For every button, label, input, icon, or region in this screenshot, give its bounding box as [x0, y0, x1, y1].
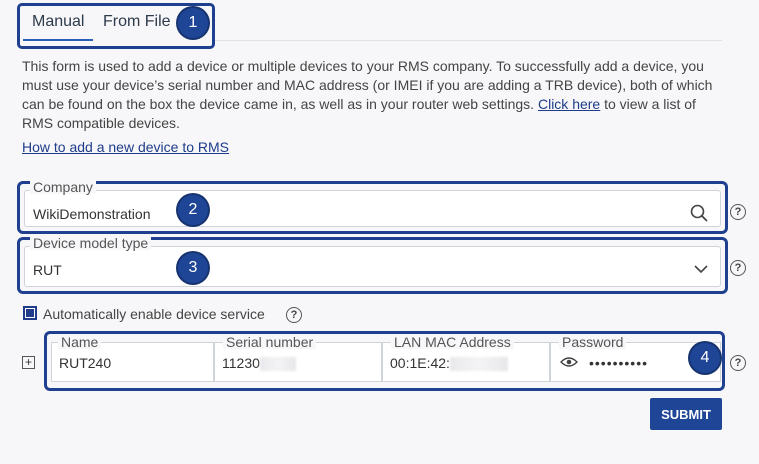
serial-label: Serial number — [223, 335, 317, 349]
callout-badge-1: 1 — [178, 8, 208, 38]
auto-enable-label: Automatically enable device service — [43, 306, 265, 322]
mac-value: 00:1E:42: — [390, 355, 450, 371]
auto-enable-help-icon[interactable]: ? — [286, 307, 302, 323]
callout-badge-4: 4 — [690, 343, 720, 373]
mac-value-wrap: 00:1E:42: — [390, 355, 508, 372]
company-field-highlight: WikiDemonstration Company — [17, 180, 728, 234]
tabs-divider — [215, 40, 722, 41]
mac-label: LAN MAC Address — [391, 335, 514, 349]
eye-icon[interactable] — [560, 356, 578, 368]
tab-from-file[interactable]: From File — [103, 13, 171, 31]
device-row-highlight: Name RUT240 Serial number 11230 LAN MAC … — [44, 331, 725, 391]
device-model-label: Device model type — [30, 236, 152, 250]
redacted-serial — [259, 357, 296, 372]
search-icon[interactable] — [690, 204, 708, 222]
device-row-help-icon[interactable]: ? — [730, 355, 746, 371]
password-value: •••••••••• — [589, 355, 649, 371]
device-model-value: RUT — [33, 262, 62, 278]
company-value: WikiDemonstration — [33, 206, 151, 222]
name-value: RUT240 — [59, 355, 112, 371]
callout-badge-3: 3 — [178, 253, 208, 283]
add-row-button[interactable]: + — [22, 356, 35, 369]
submit-button[interactable]: SUBMIT — [650, 398, 722, 430]
device-model-help-icon[interactable]: ? — [730, 260, 746, 276]
device-model-select[interactable]: RUT — [24, 246, 721, 287]
tab-manual[interactable]: Manual — [32, 13, 84, 31]
callout-badge-2: 2 — [178, 195, 208, 225]
company-label: Company — [30, 180, 96, 194]
redacted-mac — [449, 357, 508, 372]
compatible-devices-link[interactable]: Click here — [538, 96, 600, 112]
serial-value: 11230 — [222, 355, 260, 371]
serial-cell[interactable]: Serial number 11230 — [214, 335, 382, 382]
name-cell[interactable]: Name RUT240 — [51, 335, 214, 382]
active-tab-indicator — [23, 39, 93, 41]
chevron-down-icon[interactable] — [694, 265, 708, 274]
mac-cell[interactable]: LAN MAC Address 00:1E:42: — [382, 335, 550, 382]
device-model-field-highlight: RUT Device model type — [17, 236, 728, 294]
password-label: Password — [559, 335, 627, 349]
company-field[interactable]: WikiDemonstration — [24, 190, 721, 227]
serial-value-wrap: 11230 — [222, 355, 296, 372]
company-help-icon[interactable]: ? — [730, 204, 746, 220]
how-to-add-device-link[interactable]: How to add a new device to RMS — [22, 139, 229, 155]
form-description: This form is used to add a device or mul… — [22, 57, 722, 133]
name-label: Name — [58, 335, 102, 349]
auto-enable-checkbox[interactable] — [23, 306, 37, 320]
